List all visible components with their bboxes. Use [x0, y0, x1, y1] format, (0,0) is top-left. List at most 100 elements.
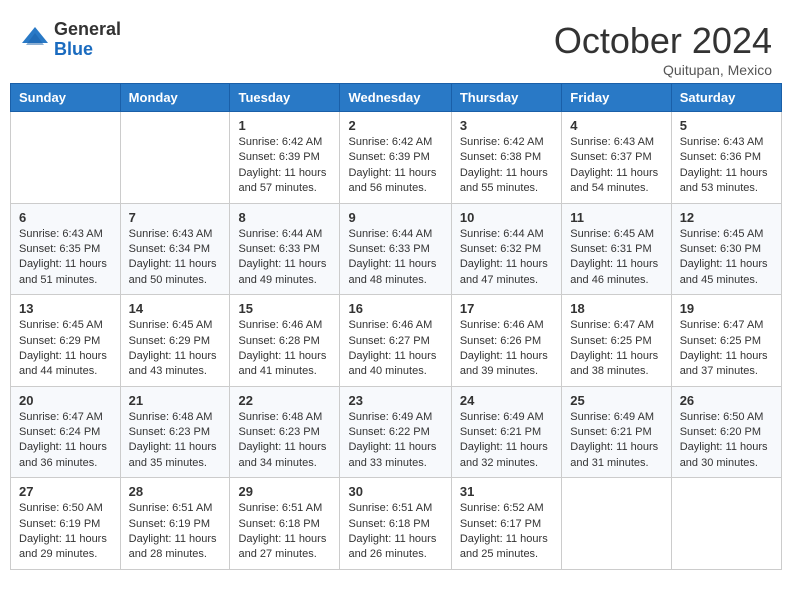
day-info: Sunrise: 6:51 AM Sunset: 6:18 PM Dayligh… [348, 501, 442, 563]
day-number: 30 [348, 484, 442, 499]
calendar-cell [562, 478, 671, 570]
calendar-cell: 12 Sunrise: 6:45 AM Sunset: 6:30 PM Dayli… [671, 203, 781, 295]
day-info: Sunrise: 6:50 AM Sunset: 6:20 PM Dayligh… [680, 410, 773, 472]
calendar-cell [671, 478, 781, 570]
calendar-cell: 11Sunrise: 6:45 AM Sunset: 6:31 PM Dayli… [562, 203, 671, 295]
day-info: Sunrise: 6:45 AM Sunset: 6:30 PM Dayligh… [680, 227, 773, 289]
day-info: Sunrise: 6:50 AM Sunset: 6:19 PM Dayligh… [19, 501, 112, 563]
day-number: 19 [680, 301, 773, 316]
day-number: 6 [19, 210, 112, 225]
day-number: 23 [348, 393, 442, 408]
calendar-cell: 20 Sunrise: 6:47 AM Sunset: 6:24 PM Dayli… [11, 386, 121, 478]
day-number: 7 [129, 210, 222, 225]
day-info: Sunrise: 6:49 AM Sunset: 6:21 PM Dayligh… [460, 410, 553, 472]
day-info: Sunrise: 6:51 AM Sunset: 6:19 PM Dayligh… [129, 501, 222, 563]
calendar-cell: 27 Sunrise: 6:50 AM Sunset: 6:19 PM Dayli… [11, 478, 121, 570]
calendar-cell: 10 Sunrise: 6:44 AM Sunset: 6:32 PM Dayli… [451, 203, 561, 295]
title-block: October 2024 Quitupan, Mexico [554, 20, 772, 78]
day-number: 18 [570, 301, 662, 316]
day-number: 11 [570, 210, 662, 225]
logo-general: General [54, 20, 121, 40]
calendar-cell: 5 Sunrise: 6:43 AM Sunset: 6:36 PM Daylig… [671, 112, 781, 204]
calendar-cell: 26 Sunrise: 6:50 AM Sunset: 6:20 PM Dayli… [671, 386, 781, 478]
day-info: Sunrise: 6:43 AM Sunset: 6:37 PM Dayligh… [570, 135, 662, 197]
day-number: 13 [19, 301, 112, 316]
day-info: Sunrise: 6:47 AM Sunset: 6:24 PM Dayligh… [19, 410, 112, 472]
calendar-cell: 9 Sunrise: 6:44 AM Sunset: 6:33 PM Daylig… [340, 203, 451, 295]
calendar-cell: 2 Sunrise: 6:42 AM Sunset: 6:39 PM Daylig… [340, 112, 451, 204]
day-info: Sunrise: 6:47 AM Sunset: 6:25 PM Dayligh… [680, 318, 773, 380]
day-number: 24 [460, 393, 553, 408]
day-number: 31 [460, 484, 553, 499]
day-number: 12 [680, 210, 773, 225]
calendar-cell: 23Sunrise: 6:49 AM Sunset: 6:22 PM Dayli… [340, 386, 451, 478]
day-number: 22 [238, 393, 331, 408]
day-number: 14 [129, 301, 222, 316]
day-number: 10 [460, 210, 553, 225]
calendar-cell: 28Sunrise: 6:51 AM Sunset: 6:19 PM Dayli… [120, 478, 230, 570]
day-info: Sunrise: 6:49 AM Sunset: 6:21 PM Dayligh… [570, 410, 662, 472]
calendar-cell: 17Sunrise: 6:46 AM Sunset: 6:26 PM Dayli… [451, 295, 561, 387]
day-number: 16 [348, 301, 442, 316]
day-info: Sunrise: 6:43 AM Sunset: 6:34 PM Dayligh… [129, 227, 222, 289]
day-number: 5 [680, 118, 773, 133]
day-info: Sunrise: 6:47 AM Sunset: 6:25 PM Dayligh… [570, 318, 662, 380]
week-row-1: 1 Sunrise: 6:42 AM Sunset: 6:39 PM Daylig… [11, 112, 782, 204]
week-row-5: 27 Sunrise: 6:50 AM Sunset: 6:19 PM Dayli… [11, 478, 782, 570]
day-number: 29 [238, 484, 331, 499]
day-number: 21 [129, 393, 222, 408]
calendar-cell: 19 Sunrise: 6:47 AM Sunset: 6:25 PM Dayli… [671, 295, 781, 387]
day-info: Sunrise: 6:48 AM Sunset: 6:23 PM Dayligh… [238, 410, 331, 472]
day-number: 1 [238, 118, 331, 133]
calendar-cell: 18 Sunrise: 6:47 AM Sunset: 6:25 PM Dayli… [562, 295, 671, 387]
day-number: 26 [680, 393, 773, 408]
day-number: 3 [460, 118, 553, 133]
logo-text: General Blue [54, 20, 121, 60]
day-info: Sunrise: 6:46 AM Sunset: 6:27 PM Dayligh… [348, 318, 442, 380]
day-number: 25 [570, 393, 662, 408]
day-number: 2 [348, 118, 442, 133]
day-info: Sunrise: 6:48 AM Sunset: 6:23 PM Dayligh… [129, 410, 222, 472]
day-info: Sunrise: 6:51 AM Sunset: 6:18 PM Dayligh… [238, 501, 331, 563]
day-info: Sunrise: 6:52 AM Sunset: 6:17 PM Dayligh… [460, 501, 553, 563]
week-row-2: 6Sunrise: 6:43 AM Sunset: 6:35 PM Daylig… [11, 203, 782, 295]
day-info: Sunrise: 6:43 AM Sunset: 6:36 PM Dayligh… [680, 135, 773, 197]
day-info: Sunrise: 6:44 AM Sunset: 6:32 PM Dayligh… [460, 227, 553, 289]
calendar-cell: 13Sunrise: 6:45 AM Sunset: 6:29 PM Dayli… [11, 295, 121, 387]
day-info: Sunrise: 6:42 AM Sunset: 6:39 PM Dayligh… [238, 135, 331, 197]
weekday-header-monday: Monday [120, 84, 230, 112]
calendar-cell: 31 Sunrise: 6:52 AM Sunset: 6:17 PM Dayli… [451, 478, 561, 570]
day-number: 9 [348, 210, 442, 225]
calendar-cell: 25 Sunrise: 6:49 AM Sunset: 6:21 PM Dayli… [562, 386, 671, 478]
calendar-cell: 6Sunrise: 6:43 AM Sunset: 6:35 PM Daylig… [11, 203, 121, 295]
day-number: 17 [460, 301, 553, 316]
day-number: 27 [19, 484, 112, 499]
calendar-cell: 8 Sunrise: 6:44 AM Sunset: 6:33 PM Daylig… [230, 203, 340, 295]
weekday-header-sunday: Sunday [11, 84, 121, 112]
day-info: Sunrise: 6:44 AM Sunset: 6:33 PM Dayligh… [238, 227, 331, 289]
day-info: Sunrise: 6:42 AM Sunset: 6:38 PM Dayligh… [460, 135, 553, 197]
day-number: 8 [238, 210, 331, 225]
calendar-cell: 7 Sunrise: 6:43 AM Sunset: 6:34 PM Daylig… [120, 203, 230, 295]
week-row-3: 13Sunrise: 6:45 AM Sunset: 6:29 PM Dayli… [11, 295, 782, 387]
calendar-cell: 16 Sunrise: 6:46 AM Sunset: 6:27 PM Dayli… [340, 295, 451, 387]
day-info: Sunrise: 6:46 AM Sunset: 6:28 PM Dayligh… [238, 318, 331, 380]
page-header: General Blue October 2024 Quitupan, Mexi… [10, 10, 782, 83]
day-number: 20 [19, 393, 112, 408]
weekday-header-thursday: Thursday [451, 84, 561, 112]
logo: General Blue [20, 20, 121, 60]
calendar-cell: 30 Sunrise: 6:51 AM Sunset: 6:18 PM Dayli… [340, 478, 451, 570]
logo-blue: Blue [54, 40, 121, 60]
calendar-cell: 1 Sunrise: 6:42 AM Sunset: 6:39 PM Daylig… [230, 112, 340, 204]
calendar-cell: 24 Sunrise: 6:49 AM Sunset: 6:21 PM Dayli… [451, 386, 561, 478]
weekday-header-saturday: Saturday [671, 84, 781, 112]
day-info: Sunrise: 6:42 AM Sunset: 6:39 PM Dayligh… [348, 135, 442, 197]
day-info: Sunrise: 6:44 AM Sunset: 6:33 PM Dayligh… [348, 227, 442, 289]
calendar-cell: 22 Sunrise: 6:48 AM Sunset: 6:23 PM Dayli… [230, 386, 340, 478]
weekday-header-wednesday: Wednesday [340, 84, 451, 112]
logo-icon [20, 25, 50, 55]
week-row-4: 20 Sunrise: 6:47 AM Sunset: 6:24 PM Dayli… [11, 386, 782, 478]
calendar-cell: 3 Sunrise: 6:42 AM Sunset: 6:38 PM Daylig… [451, 112, 561, 204]
calendar-cell [120, 112, 230, 204]
weekday-header-tuesday: Tuesday [230, 84, 340, 112]
